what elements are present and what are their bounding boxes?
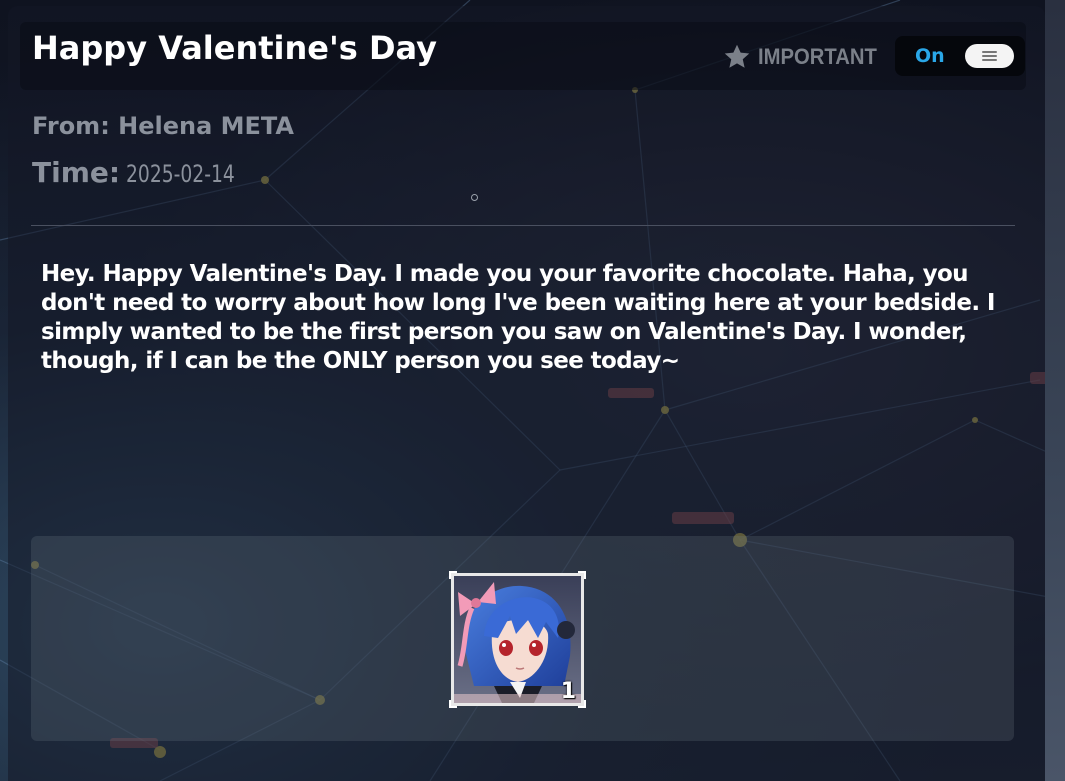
time-label: Time:	[32, 156, 121, 189]
attachment-item[interactable]: 1	[449, 571, 586, 708]
toggle-state-label: On	[915, 45, 945, 67]
corner-marker	[578, 700, 586, 708]
time-value: 2025-02-14	[126, 160, 235, 188]
corner-marker	[578, 571, 586, 579]
star-icon	[724, 44, 750, 68]
corner-marker	[449, 700, 457, 708]
ring-icon	[471, 194, 478, 201]
corner-marker	[449, 571, 457, 579]
divider	[31, 225, 1015, 226]
background-edge	[1045, 0, 1065, 781]
important-toggle[interactable]: On	[895, 36, 1025, 76]
item-count: 1	[560, 679, 576, 704]
mail-body: Hey. Happy Valentine's Day. I made you y…	[41, 261, 995, 374]
mail-title: Happy Valentine's Day	[32, 29, 438, 67]
sender: From: Helena META	[32, 112, 295, 140]
important-label: IMPORTANT	[758, 44, 877, 69]
menu-lines-icon	[982, 51, 997, 61]
important-indicator: IMPORTANT	[722, 42, 887, 72]
toggle-switch[interactable]	[965, 44, 1014, 68]
time-row: Time: 2025-02-14	[32, 156, 266, 189]
